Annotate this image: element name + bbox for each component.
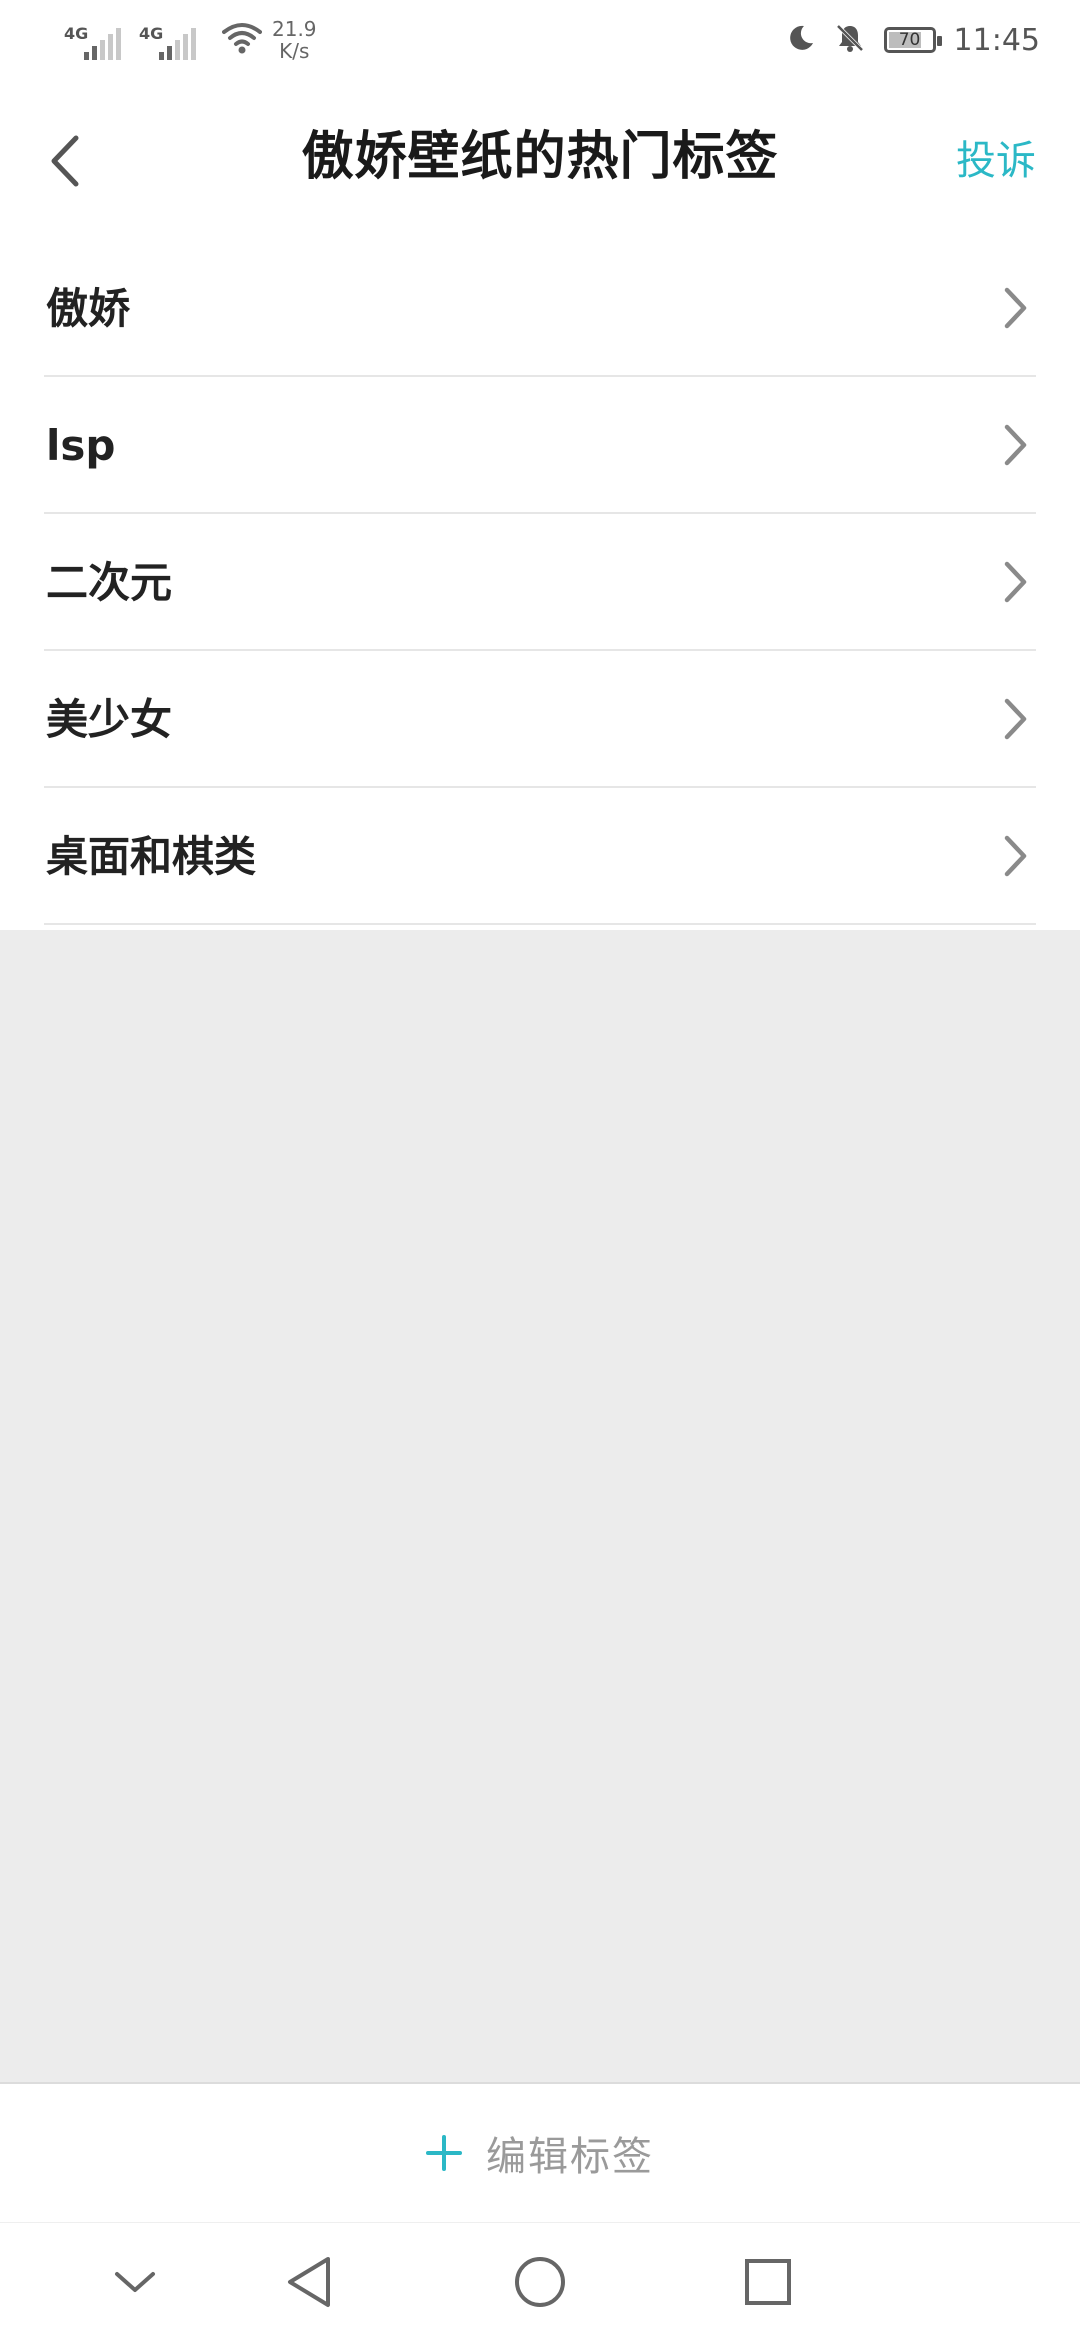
system-nav-bar — [0, 2222, 1080, 2340]
moon-icon — [786, 23, 816, 57]
tag-label: 傲娇 — [46, 284, 131, 333]
nav-recents-button[interactable] — [733, 2247, 803, 2317]
back-triangle-icon — [288, 2257, 330, 2307]
network-speed: 21.9 K/s — [272, 18, 317, 62]
signal-icon: 4G — [64, 20, 121, 60]
tag-list-item[interactable]: 傲娇 — [44, 240, 1036, 377]
page-title: 傲娇壁纸的热门标签 — [301, 127, 779, 187]
network-type-label: 4G — [139, 24, 164, 43]
nav-back-button[interactable] — [274, 2247, 344, 2317]
tag-label: 二次元 — [46, 558, 173, 607]
tag-list-item[interactable]: 桌面和棋类 — [44, 788, 1036, 925]
nav-home-button[interactable] — [505, 2247, 575, 2317]
chevron-right-icon — [1004, 287, 1027, 329]
chevron-down-icon — [115, 2272, 155, 2292]
tag-label: 桌面和棋类 — [46, 832, 257, 881]
battery-level: 70 — [898, 30, 921, 50]
tag-list-item[interactable]: 二次元 — [44, 514, 1036, 651]
status-right: 70 11:45 — [786, 10, 1040, 70]
edit-tags-bar: 编辑标签 — [0, 2082, 1080, 2222]
home-circle-icon — [515, 2257, 565, 2307]
bell-muted-icon — [834, 22, 866, 58]
page-header: 傲娇壁纸的热门标签 投诉 — [0, 80, 1080, 240]
signal-icon: 4G — [139, 20, 196, 60]
tag-label: lsp — [46, 421, 116, 470]
chevron-right-icon — [1004, 561, 1027, 603]
nav-collapse-button[interactable] — [100, 2247, 170, 2317]
speed-unit: K/s — [279, 39, 310, 63]
speed-value: 21.9 — [272, 17, 317, 41]
chevron-right-icon — [1004, 698, 1027, 740]
wifi-icon — [222, 21, 262, 59]
chevron-right-icon — [1004, 424, 1027, 466]
tag-list-item[interactable]: 美少女 — [44, 651, 1036, 788]
tag-list-item[interactable]: lsp — [44, 377, 1036, 514]
tag-label: 美少女 — [46, 695, 173, 744]
tag-list: 傲娇 lsp 二次元 美少女 桌面和棋类 — [0, 240, 1080, 930]
recents-square-icon — [745, 2259, 791, 2305]
edit-tags-label: 编辑标签 — [486, 2134, 654, 2180]
status-left: 4G 4G 21.9 K/s — [64, 10, 317, 70]
status-time: 11:45 — [953, 22, 1040, 58]
chevron-right-icon — [1004, 835, 1027, 877]
plus-icon — [426, 2135, 462, 2171]
battery-icon: 70 — [883, 27, 942, 53]
network-type-label: 4G — [64, 24, 89, 43]
report-button[interactable]: 投诉 — [956, 128, 1036, 186]
edit-tags-button[interactable]: 编辑标签 — [426, 2124, 654, 2182]
status-bar: 4G 4G 21.9 K/s 70 11:45 — [0, 0, 1080, 80]
